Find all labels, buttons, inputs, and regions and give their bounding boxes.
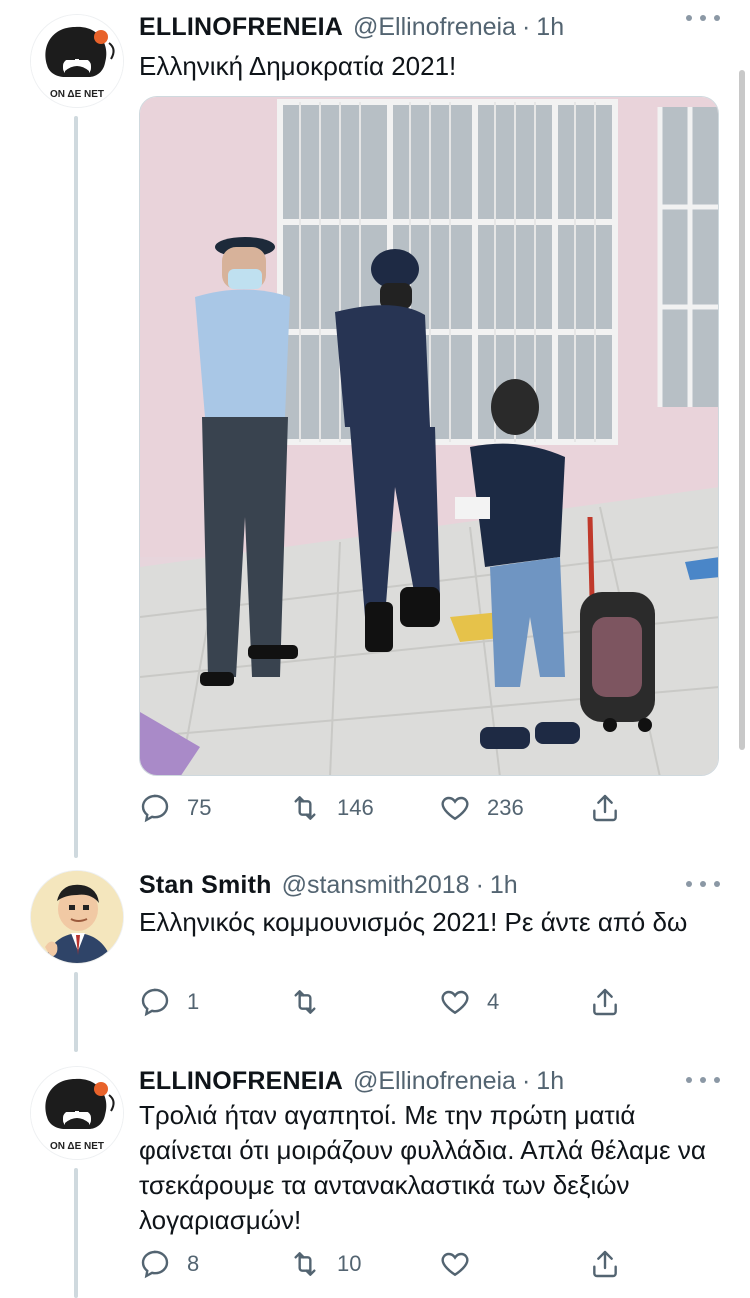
thread-line [74,1168,78,1298]
reply-icon [141,988,169,1017]
retweet-icon [294,796,316,820]
like-count: 236 [487,795,524,820]
tweet-text: Τρολιά ήταν αγαπητοί. Με την πρώτη ματιά… [139,1100,706,1235]
reply-count: 8 [187,1251,200,1276]
user-handle[interactable]: @Ellinofreneia [353,1067,516,1096]
reply-icon [141,794,169,823]
display-name[interactable]: Stan Smith [139,871,272,900]
thread-line [74,972,78,1052]
display-name[interactable]: ELLINOFRENEIA [139,1067,343,1096]
reply-button[interactable]: 8 [139,1244,199,1284]
retweet-count: 10 [337,1251,362,1276]
like-count: 4 [487,989,500,1014]
retweet-button[interactable]: 10 [289,1244,361,1284]
share-icon [593,1250,617,1278]
timestamp[interactable]: 1h [536,1067,564,1096]
separator: · [475,870,484,899]
avatar[interactable] [30,870,124,964]
avatar-label: ΟΝ ΔΕ ΝΕΤ [49,1141,105,1152]
like-button[interactable]: 236 [439,788,524,828]
tweet[interactable]: Stan Smith @stansmith2018 · 1h Ελληνικός… [0,850,750,1052]
more-icon[interactable] [686,1068,720,1092]
display-name[interactable]: ELLINOFRENEIA [139,13,343,42]
cartoon-man-avatar [31,871,123,963]
separator: · [521,12,531,41]
retweet-count: 146 [337,795,374,820]
tweet-actions: 1 4 [139,982,639,1022]
heart-icon [441,990,469,1015]
reply-button[interactable]: 75 [139,788,211,828]
timestamp[interactable]: 1h [536,13,564,42]
photo-police-and-child [140,97,718,775]
more-icon[interactable] [686,872,720,896]
heart-icon [441,1252,469,1277]
share-button[interactable] [589,788,621,828]
timestamp[interactable]: 1h [490,871,518,900]
tweet-text: Ελληνική Δημοκρατία 2021! [139,51,457,81]
avatar-label: ΟΝ ΔΕ ΝΕΤ [49,89,105,100]
reply-button[interactable]: 1 [139,982,199,1022]
retweet-icon [294,1252,316,1276]
tweet-header: Stan Smith @stansmith2018 · 1h [139,866,518,904]
user-handle[interactable]: @stansmith2018 [282,871,470,900]
reply-icon [141,1250,169,1279]
reply-count: 75 [187,795,212,820]
more-icon[interactable] [686,6,720,30]
user-handle[interactable]: @Ellinofreneia [353,13,516,42]
separator: · [521,1066,531,1095]
tweet-photo[interactable] [139,96,719,776]
tweet-header: ELLINOFRENEIA @Ellinofreneia · 1h [139,1062,564,1100]
avatar[interactable]: ΟΝ ΔΕ ΝΕΤ [30,1066,124,1160]
retweet-button[interactable] [289,982,337,1022]
share-button[interactable] [589,982,621,1022]
avatar[interactable]: ΟΝ ΔΕ ΝΕΤ [30,14,124,108]
tweet[interactable]: ΟΝ ΔΕ ΝΕΤ ELLINOFRENEIA @Ellinofreneia ·… [0,0,750,856]
retweet-icon [294,990,316,1014]
tweet-actions: 75 146 236 [139,788,639,828]
thread-line [74,850,78,858]
retweet-button[interactable]: 146 [289,788,374,828]
like-button[interactable]: 4 [439,982,499,1022]
tweet-header: ELLINOFRENEIA @Ellinofreneia · 1h [139,8,564,46]
scrollbar[interactable] [739,70,745,750]
heart-icon [441,796,469,821]
tweet-actions: 8 10 [139,1244,639,1284]
reply-count: 1 [187,989,200,1014]
share-button[interactable] [589,1244,621,1284]
thread-line [74,116,78,856]
like-button[interactable] [439,1244,487,1284]
tweet-text: Ελληνικός κομμουνισμός 2021! Ρε άντε από… [139,907,688,937]
share-icon [593,794,617,822]
tweet[interactable]: ΟΝ ΔΕ ΝΕΤ ELLINOFRENEIA @Ellinofreneia ·… [0,1062,750,1298]
share-icon [593,988,617,1016]
